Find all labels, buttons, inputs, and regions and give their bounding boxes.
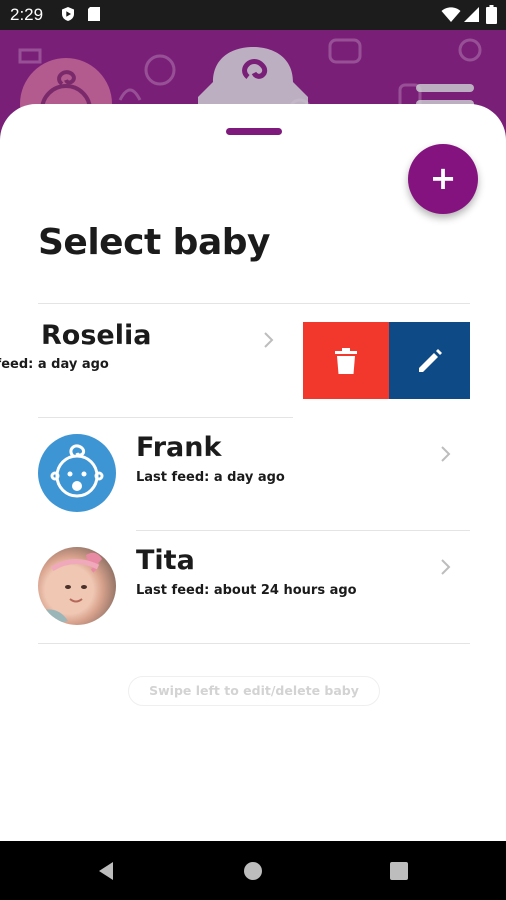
last-feed-text: Last feed: a day ago [136, 470, 285, 485]
play-protect-icon [62, 7, 74, 21]
recents-icon [390, 861, 408, 880]
status-time: 2:29 [10, 5, 44, 24]
baby-name: Tita [136, 545, 195, 576]
baby-name: Roselia [41, 320, 152, 351]
recents-button[interactable] [359, 841, 439, 900]
baby-photo [38, 552, 102, 625]
baby-name: Frank [136, 432, 222, 463]
baby-select-sheet: + Select baby Roselia Last feed: a day a… [0, 104, 506, 841]
avatar [38, 547, 116, 625]
chevron-right-icon [264, 332, 274, 348]
avatar [38, 434, 116, 512]
wifi-icon [441, 7, 461, 22]
chevron-right-icon [441, 559, 451, 575]
add-baby-button[interactable]: + [408, 144, 478, 214]
last-feed-text: Last feed: about 24 hours ago [136, 583, 357, 598]
baby-row-frank[interactable]: Frank Last feed: a day ago [0, 418, 506, 530]
chevron-right-icon [441, 446, 451, 462]
navigation-bar [0, 841, 506, 900]
battery-icon [486, 5, 497, 24]
baby-row-tita[interactable]: Tita Last feed: about 24 hours ago [0, 531, 506, 643]
edit-baby-button[interactable] [389, 322, 470, 399]
swiped-row-content[interactable]: Roselia Last feed: a day ago [0, 304, 292, 416]
sd-card-icon [88, 7, 100, 21]
back-button[interactable] [66, 841, 146, 900]
sheet-drag-handle[interactable] [226, 128, 282, 135]
plus-icon: + [429, 158, 457, 197]
edit-icon [418, 348, 442, 372]
delete-icon [335, 347, 357, 374]
home-button[interactable] [213, 841, 293, 900]
status-bar: 2:29 [0, 0, 506, 30]
baby-face-icon [50, 444, 104, 498]
home-icon [244, 861, 262, 880]
signal-icon [464, 7, 479, 22]
last-feed-text: Last feed: a day ago [0, 357, 109, 372]
back-icon [99, 861, 113, 880]
divider [38, 643, 470, 644]
swipe-hint: Swipe left to edit/delete baby [128, 676, 380, 706]
page-title: Select baby [38, 222, 270, 263]
delete-baby-button[interactable] [303, 322, 389, 399]
